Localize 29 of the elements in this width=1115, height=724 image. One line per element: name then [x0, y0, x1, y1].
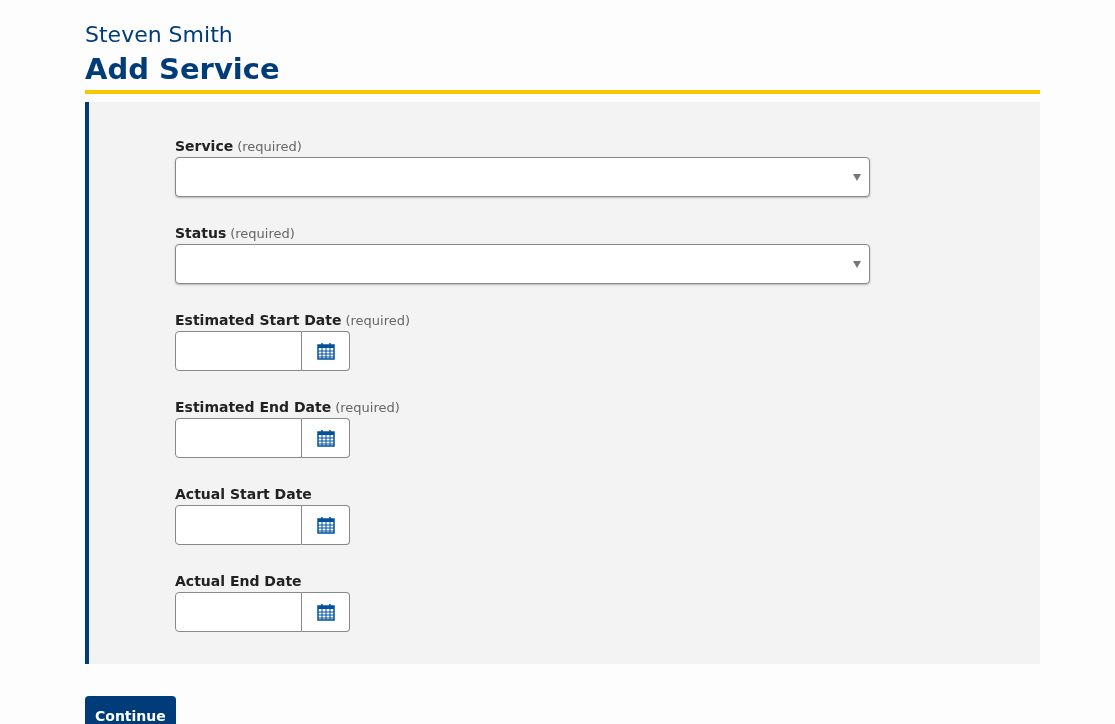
calendar-button[interactable]: [302, 505, 350, 545]
calendar-button[interactable]: [302, 592, 350, 632]
field-label: Service: [175, 138, 234, 154]
date-input[interactable]: [175, 505, 302, 545]
date-input[interactable]: [175, 331, 302, 371]
required-note: (required): [335, 400, 400, 415]
person-name: Steven Smith: [85, 21, 234, 49]
date-input[interactable]: [175, 418, 302, 458]
continue-button[interactable]: Continue: [85, 696, 176, 724]
select-field[interactable]: [175, 157, 870, 197]
field-label: Actual Start Date: [175, 486, 312, 502]
field-label: Actual End Date: [175, 573, 302, 589]
page-title: Add Service: [85, 51, 281, 88]
date-input[interactable]: [175, 592, 302, 632]
calendar-button[interactable]: [302, 331, 350, 371]
required-note: (required): [230, 226, 295, 241]
required-note: (required): [345, 313, 411, 328]
select-field[interactable]: [175, 244, 870, 284]
required-note: (required): [237, 139, 302, 154]
field-label: Estimated Start Date: [175, 312, 342, 328]
caret-icon: [853, 173, 861, 181]
calendar-icon: [316, 429, 335, 447]
field-label: Estimated End Date: [175, 399, 332, 415]
calendar-icon: [316, 516, 335, 534]
calendar-button[interactable]: [302, 418, 350, 458]
caret-icon: [853, 260, 861, 268]
field-label: Status: [175, 225, 227, 241]
calendar-icon: [316, 603, 335, 621]
calendar-icon: [316, 342, 335, 360]
